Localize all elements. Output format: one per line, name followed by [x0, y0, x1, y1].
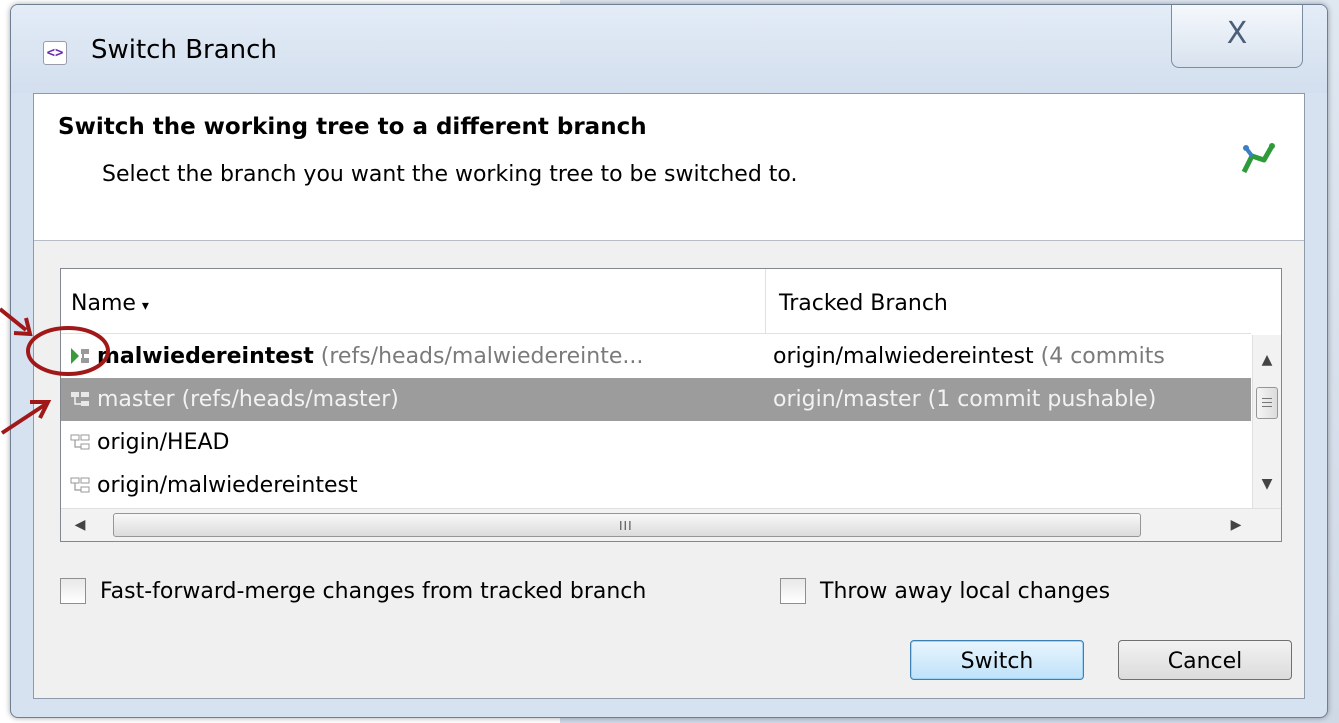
fast-forward-checkbox[interactable]: [60, 578, 86, 604]
vertical-scrollbar[interactable]: ▲ ▼: [1252, 335, 1281, 509]
branch-name: origin/malwiedereintest: [97, 473, 358, 498]
column-header-tracked-branch[interactable]: Tracked Branch: [779, 269, 948, 333]
title-bar: <> Switch Branch X: [11, 5, 1327, 93]
grip-line: [1262, 406, 1272, 407]
switch-button[interactable]: Switch: [910, 640, 1084, 680]
table-header: Name ▾ Tracked Branch: [61, 269, 1251, 334]
horizontal-scroll-thumb[interactable]: III: [113, 513, 1141, 537]
table-row[interactable]: origin/malwiedereintest: [61, 464, 1251, 507]
remote-branch-icon: [70, 434, 90, 450]
header-subtitle: Select the branch you want the working t…: [102, 162, 798, 187]
column-header-name[interactable]: Name ▾: [71, 269, 761, 333]
close-icon: X: [1226, 16, 1248, 51]
scroll-up-arrow-icon[interactable]: ▲: [1253, 345, 1281, 375]
tracked-status: (1 commit pushable): [920, 387, 1157, 412]
table-rows: malwiedereintest (refs/heads/malwiederei…: [61, 335, 1251, 507]
branch-icon: [71, 392, 89, 406]
grip-line: [1262, 402, 1272, 403]
branch-table[interactable]: Name ▾ Tracked Branch malwiedereintest (r…: [60, 268, 1282, 542]
grip-line: [1262, 398, 1272, 399]
tracked-branch-cell: origin/master (1 commit pushable): [773, 378, 1251, 421]
switch-branch-dialog: <> Switch Branch X Switch the working tr…: [10, 4, 1328, 718]
branch-name-cell: origin/malwiedereintest: [69, 464, 769, 507]
throw-away-checkbox[interactable]: [780, 578, 806, 604]
tracked-branch-cell: origin/malwiedereintest (4 commits: [773, 335, 1251, 378]
branch-name-cell: origin/HEAD: [69, 421, 769, 464]
header-title: Switch the working tree to a different b…: [58, 114, 647, 140]
table-row[interactable]: malwiedereintest (refs/heads/malwiederei…: [61, 335, 1251, 378]
branch-name-cell: malwiedereintest (refs/heads/malwiederei…: [69, 335, 769, 378]
branch-ref: (refs/heads/malwiedereinte...: [313, 344, 644, 369]
scroll-left-arrow-icon[interactable]: ◀: [65, 509, 95, 541]
tracked-branch: origin/master: [773, 387, 921, 412]
scroll-down-arrow-icon[interactable]: ▼: [1253, 469, 1281, 499]
tracked-status: (4 commits: [1033, 344, 1165, 369]
horizontal-scrollbar[interactable]: ◀ III ▶: [61, 508, 1281, 541]
scroll-right-arrow-icon[interactable]: ▶: [1221, 509, 1251, 541]
vertical-scroll-thumb[interactable]: [1256, 387, 1278, 419]
throw-away-label: Throw away local changes: [820, 578, 1111, 604]
cancel-button[interactable]: Cancel: [1118, 640, 1292, 680]
table-row[interactable]: master (refs/heads/master) origin/master…: [61, 378, 1251, 421]
throw-away-option[interactable]: Throw away local changes: [780, 576, 1110, 606]
fast-forward-label: Fast-forward-merge changes from tracked …: [100, 578, 647, 604]
column-divider[interactable]: [765, 269, 766, 333]
close-button[interactable]: X: [1171, 5, 1303, 68]
grip-lines: III: [619, 519, 633, 533]
branch-name: origin/HEAD: [97, 430, 230, 455]
remote-branch-icon: [70, 477, 90, 493]
current-branch-icon: [71, 348, 89, 364]
branch-name-cell: master (refs/heads/master): [69, 378, 769, 421]
dialog-title: Switch Branch: [91, 35, 277, 65]
fast-forward-option[interactable]: Fast-forward-merge changes from tracked …: [60, 576, 646, 606]
branch-name: malwiedereintest: [97, 344, 314, 369]
dialog-client-area: Switch the working tree to a different b…: [33, 93, 1305, 699]
branch-switch-icon: [1241, 143, 1275, 174]
branch-name: master: [97, 387, 175, 412]
sort-descending-icon: ▾: [141, 298, 149, 314]
eclipse-dialog-icon: <>: [43, 41, 67, 65]
branch-ref: (refs/heads/master): [174, 387, 399, 412]
tracked-branch: origin/malwiedereintest: [773, 344, 1034, 369]
table-row[interactable]: origin/HEAD: [61, 421, 1251, 464]
dialog-header: Switch the working tree to a different b…: [34, 94, 1304, 241]
